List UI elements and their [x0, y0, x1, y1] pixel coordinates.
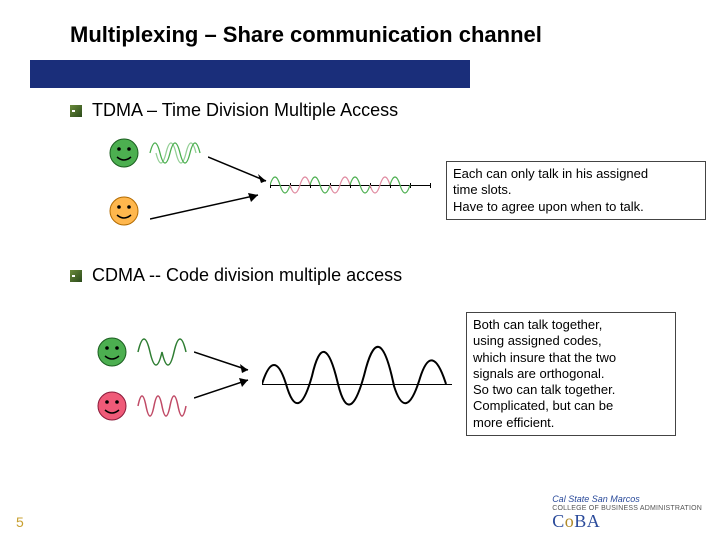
- arrow-icon: [150, 191, 270, 230]
- callout-text: time slots.: [453, 182, 699, 198]
- smiley-icon: [108, 137, 140, 169]
- slide: Multiplexing – Share communication chann…: [0, 0, 720, 540]
- tdma-diagram: Each can only talk in his assigned time …: [90, 129, 700, 249]
- wave-green-code-icon: [134, 324, 192, 385]
- arrow-icon: [194, 376, 260, 409]
- callout-text: more efficient.: [473, 415, 669, 431]
- cdma-combined-wave-icon: [262, 316, 452, 441]
- cdma-bullet: CDMA -- Code division multiple access: [70, 265, 700, 286]
- callout-text: Complicated, but can be: [473, 398, 669, 414]
- footer-logo: Cal State San Marcos COLLEGE OF BUSINESS…: [552, 495, 702, 532]
- logo-univ: Cal State San Marcos: [552, 495, 702, 505]
- callout-text: So two can talk together.: [473, 382, 669, 398]
- content-area: TDMA – Time Division Multiple Access: [70, 100, 700, 470]
- wave-pink-code-icon: [134, 378, 192, 439]
- callout-text: which insure that the two: [473, 350, 669, 366]
- logo-brand-o: o: [565, 511, 575, 531]
- slide-title: Multiplexing – Share communication chann…: [0, 0, 720, 54]
- callout-text: signals are orthogonal.: [473, 366, 669, 382]
- logo-brand-ba: BA: [574, 511, 600, 531]
- tdma-callout: Each can only talk in his assigned time …: [446, 161, 706, 220]
- smiley-icon: [96, 390, 128, 422]
- logo-brand-c: C: [552, 511, 565, 531]
- callout-text: Both can talk together,: [473, 317, 669, 333]
- cdma-section: CDMA -- Code division multiple access: [70, 265, 700, 454]
- page-number: 5: [16, 514, 24, 530]
- title-underline-bar: [30, 60, 470, 88]
- bullet-icon: [70, 105, 82, 117]
- logo-brand: CoBA: [552, 512, 702, 532]
- callout-text: Have to agree upon when to talk.: [453, 199, 699, 215]
- tdma-bullet: TDMA – Time Division Multiple Access: [70, 100, 700, 121]
- callout-text: using assigned codes,: [473, 333, 669, 349]
- wave-green-icon: [148, 129, 206, 182]
- tdma-heading: TDMA – Time Division Multiple Access: [92, 100, 398, 121]
- bullet-icon: [70, 270, 82, 282]
- tdma-interleaved-wave-icon: [270, 165, 430, 210]
- smiley-icon: [96, 336, 128, 368]
- arrow-icon: [208, 153, 278, 192]
- cdma-diagram: Both can talk together, using assigned c…: [90, 294, 700, 454]
- tdma-section: TDMA – Time Division Multiple Access: [70, 100, 700, 249]
- cdma-heading: CDMA -- Code division multiple access: [92, 265, 402, 286]
- smiley-icon: [108, 195, 140, 227]
- callout-text: Each can only talk in his assigned: [453, 166, 699, 182]
- cdma-callout: Both can talk together, using assigned c…: [466, 312, 676, 436]
